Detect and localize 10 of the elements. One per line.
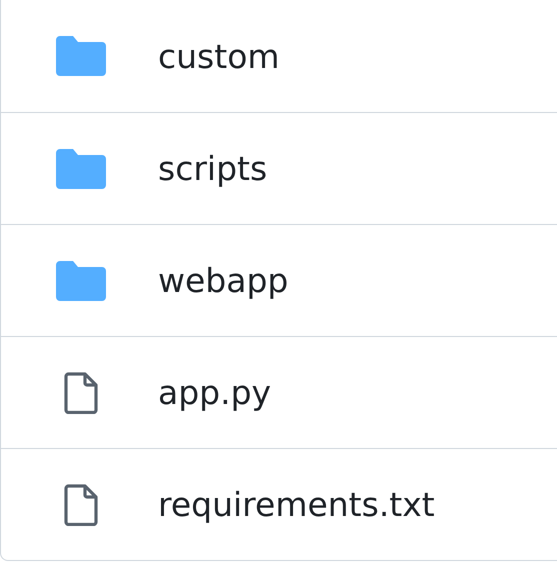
folder-icon [56,36,106,76]
file-name[interactable]: requirements.txt [158,485,435,524]
folder-icon [56,148,106,188]
file-name[interactable]: scripts [158,149,268,188]
file-icon [64,484,98,526]
file-icon [64,372,98,414]
folder-icon [56,260,106,300]
file-name[interactable]: custom [158,36,280,76]
file-name[interactable]: webapp [158,261,288,300]
file-name[interactable]: app.py [158,373,272,412]
